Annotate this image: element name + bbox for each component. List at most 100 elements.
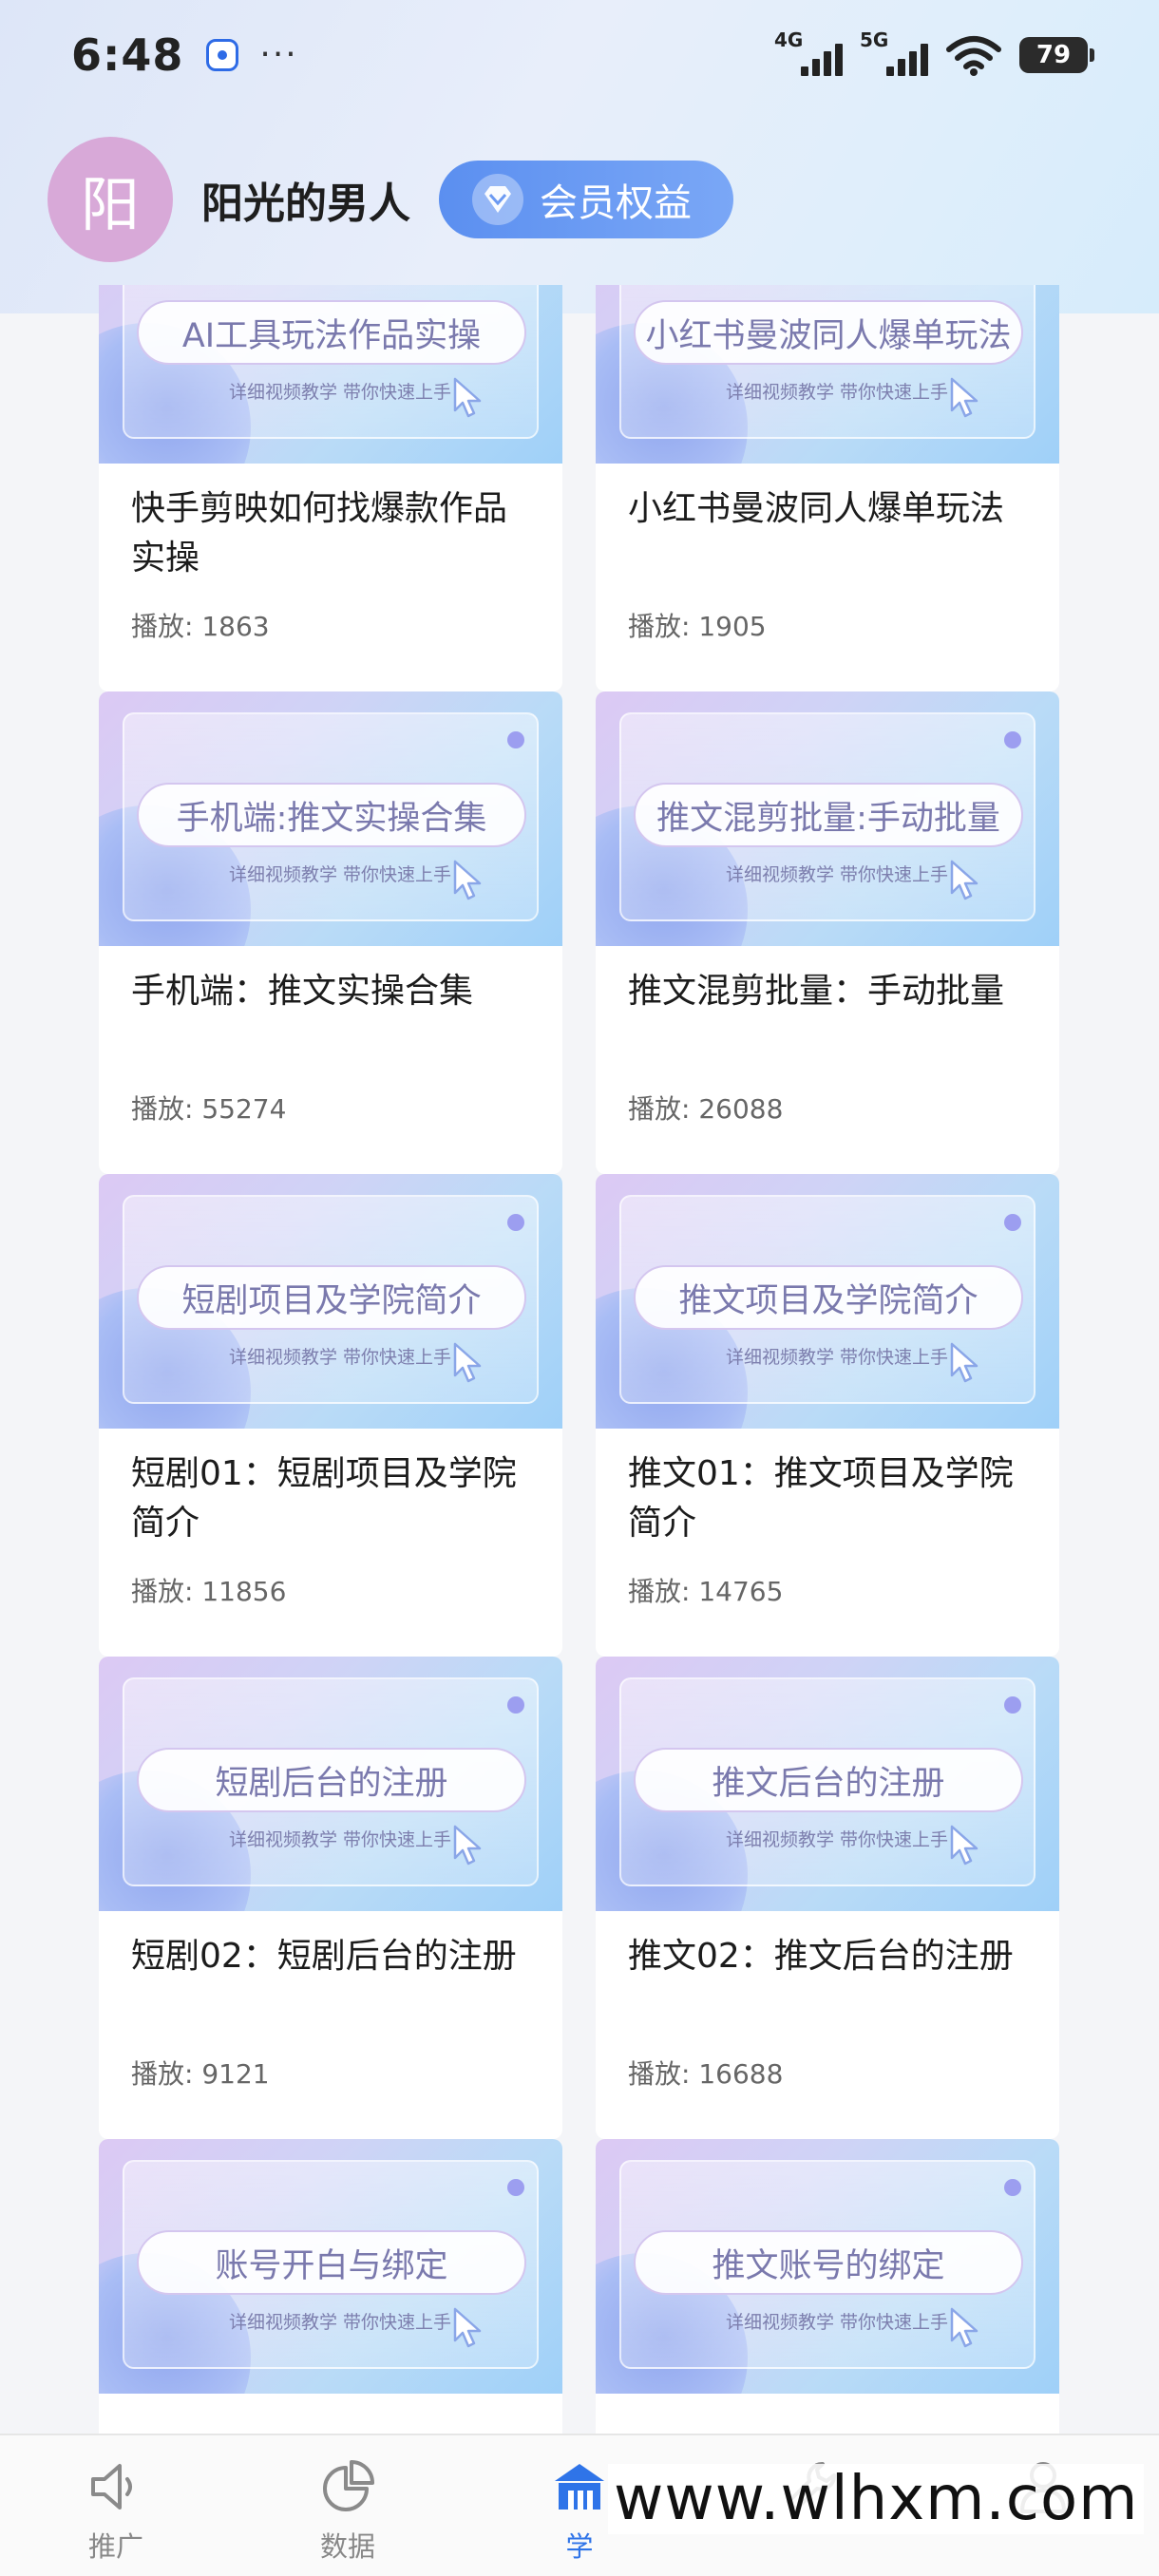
video-title: 推文02：推文后台的注册 xyxy=(628,1937,1014,1976)
play-count-label: 播放: xyxy=(628,1093,699,1125)
play-count: 播放: 16688 xyxy=(596,2054,1059,2139)
cursor-icon xyxy=(453,860,482,900)
video-card[interactable]: AI工具玩法作品实操详细视频教学 带你快速上手快手剪映如何找爆款作品实操播放: … xyxy=(99,285,562,691)
thumbnail-title: 推文混剪批量:手动批量 xyxy=(634,783,1023,847)
thumbnail-title: AI工具玩法作品实操 xyxy=(137,300,526,365)
video-grid: AI工具玩法作品实操 详细视频教学 带你快速上手 快手剪映如何找爆款作品实操 播放: … xyxy=(0,285,1159,2434)
thumbnail-subtitle: 详细视频教学 带你快速上手 xyxy=(725,2312,949,2333)
cursor-icon xyxy=(453,2307,482,2348)
member-benefits-label: 会员权益 xyxy=(540,181,692,225)
thumbnail-subtitle: 详细视频教学 带你快速上手 xyxy=(725,864,949,885)
video-title: 小红书曼波同人爆单玩法 xyxy=(628,489,1005,528)
battery-icon: 79 xyxy=(1019,36,1094,73)
video-card[interactable]: 短剧后台的注册 详细视频教学 带你快速上手短剧02：短剧后台的注册播放: 9121 xyxy=(99,1657,562,2139)
play-count: 播放: 26088 xyxy=(596,1089,1059,1174)
thumbnail-dot xyxy=(1004,2179,1021,2196)
avatar[interactable]: 阳 xyxy=(48,137,173,262)
thumbnail-dot xyxy=(1004,1214,1021,1231)
play-count: 播放: 1863 xyxy=(99,606,562,691)
video-thumbnail[interactable]: 小红书曼波同人爆单玩法详细视频教学 带你快速上手 xyxy=(596,285,1059,464)
video-thumbnail[interactable]: 短剧后台的注册 详细视频教学 带你快速上手 xyxy=(99,1657,562,1911)
video-thumbnail[interactable]: 推文后台的注册 详细视频教学 带你快速上手 xyxy=(596,1657,1059,1911)
video-card[interactable]: 短剧项目及学院简介 详细视频教学 带你快速上手 短剧01：短剧项目及学院简介 播放: … xyxy=(99,1174,562,1657)
video-thumbnail[interactable]: AI工具玩法作品实操详细视频教学 带你快速上手 xyxy=(99,285,562,464)
video-thumbnail[interactable]: 短剧项目及学院简介详细视频教学 带你快速上手 xyxy=(99,1174,562,1429)
video-title: 快手剪映如何找爆款作品实操 xyxy=(131,489,508,578)
baidu-paw-icon xyxy=(206,38,239,71)
play-count: 播放: 1905 xyxy=(596,606,1059,691)
thumbnail-title: 小红书曼波同人爆单玩法 xyxy=(634,300,1023,365)
network-label-5g: 5G xyxy=(860,28,889,51)
video-thumbnail[interactable]: 推文混剪批量:手动批量详细视频教学 带你快速上手 xyxy=(596,691,1059,946)
video-title: 短剧01：短剧项目及学院简介 xyxy=(131,1454,517,1543)
video-thumbnail[interactable]: 推文项目及学院简介详细视频教学 带你快速上手 xyxy=(596,1174,1059,1429)
play-count-label: 播放: xyxy=(131,1576,202,1607)
video-card[interactable]: 手机端:推文实操合集 详细视频教学 带你快速上手 手机端：推文实操合集 播放: 552… xyxy=(99,691,562,1174)
thumbnail-title: 短剧项目及学院简介 xyxy=(137,1265,526,1330)
avatar-text: 阳 xyxy=(80,170,140,239)
video-thumbnail[interactable]: 推文账号的绑定详细视频教学 带你快速上手 xyxy=(596,2139,1059,2394)
thumbnail-dot xyxy=(1004,1696,1021,1714)
network-label-4g: 4G xyxy=(774,28,804,51)
thumbnail-title: 推文账号的绑定 xyxy=(634,2230,1023,2295)
video-thumbnail[interactable]: 账号开白与绑定详细视频教学 带你快速上手 xyxy=(99,2139,562,2394)
status-indicators: 4G 5G 79 xyxy=(774,28,1094,76)
video-card[interactable]: 推文项目及学院简介 详细视频教学 带你快速上手 推文01：推文项目及学院简介 播放: … xyxy=(596,1174,1059,1657)
thumbnail-dot xyxy=(507,2179,524,2196)
nav-item-promote[interactable]: 推广 xyxy=(0,2435,232,2576)
video-thumbnail[interactable]: 手机端:推文实操合集 详细视频教学 带你快速上手 xyxy=(99,691,562,946)
thumbnail-title: 账号开白与绑定 xyxy=(137,2230,526,2295)
video-title: 推文01：推文项目及学院简介 xyxy=(628,1454,1014,1543)
play-count-label: 播放: xyxy=(628,611,699,642)
thumbnail-subtitle: 详细视频教学 带你快速上手 xyxy=(725,382,949,403)
video-card[interactable]: 小红书曼波同人爆单玩法 详细视频教学 带你快速上手 小红书曼波同人爆单玩法 播放: 1… xyxy=(596,285,1059,691)
status-time: 6:48 xyxy=(71,28,184,81)
cursor-icon xyxy=(950,2307,978,2348)
video-title: 短剧02：短剧后台的注册 xyxy=(131,1937,517,1976)
nav-item-data[interactable]: 数据 xyxy=(232,2435,464,2576)
play-count-value: 1863 xyxy=(201,611,270,642)
play-count: 播放: 9121 xyxy=(99,2054,562,2139)
user-name: 阳光的男人 xyxy=(201,180,410,228)
thumbnail-title: 推文项目及学院简介 xyxy=(634,1265,1023,1330)
nav-label-data: 数据 xyxy=(319,2530,375,2563)
thumbnail-subtitle: 详细视频教学 带你快速上手 xyxy=(228,2312,452,2333)
thumbnail-title: 手机端:推文实操合集 xyxy=(137,783,526,847)
status-bar: 6:48 ··· 4G 5G 79 xyxy=(0,0,1159,109)
play-count: 播放: 55274 xyxy=(99,1089,562,1174)
cursor-icon xyxy=(950,377,978,418)
video-card[interactable]: 账号开白与绑定详细视频教学 带你快速上手播放: xyxy=(99,2139,562,2434)
cursor-icon xyxy=(453,1342,482,1383)
play-count-label: 播放: xyxy=(131,1093,202,1125)
speaker-icon xyxy=(91,2464,132,2510)
diamond-icon xyxy=(472,174,523,225)
thumbnail-dot xyxy=(507,731,524,748)
battery-level: 79 xyxy=(1036,40,1072,69)
video-card[interactable]: 推文后台的注册 详细视频教学 带你快速上手推文02：推文后台的注册播放: 1668… xyxy=(596,1657,1059,2139)
cellular-5g-icon: 5G xyxy=(860,28,928,76)
play-count-label: 播放: xyxy=(628,1576,699,1607)
member-benefits-button[interactable]: 会员权益 xyxy=(439,161,733,238)
cursor-icon xyxy=(453,377,482,418)
cursor-icon xyxy=(950,1342,978,1383)
school-icon xyxy=(555,2464,604,2510)
video-title xyxy=(596,2394,1059,2434)
thumbnail-dot xyxy=(507,1696,524,1714)
thumbnail-subtitle: 详细视频教学 带你快速上手 xyxy=(228,382,452,403)
thumbnail-subtitle: 详细视频教学 带你快速上手 xyxy=(725,1829,949,1850)
video-card[interactable]: 推文混剪批量:手动批量 详细视频教学 带你快速上手 推文混剪批量：手动批量 播放: 2… xyxy=(596,691,1059,1174)
pie-chart-icon xyxy=(323,2460,374,2511)
nav-label-promote: 推广 xyxy=(87,2530,143,2563)
thumbnail-subtitle: 详细视频教学 带你快速上手 xyxy=(725,1347,949,1368)
play-count-value: 55274 xyxy=(201,1093,287,1125)
cellular-4g-icon: 4G xyxy=(774,28,843,76)
play-count-label: 播放: xyxy=(131,611,202,642)
thumbnail-subtitle: 详细视频教学 带你快速上手 xyxy=(228,1347,452,1368)
status-dots: ··· xyxy=(259,35,298,74)
video-title xyxy=(99,2394,562,2434)
wifi-icon xyxy=(946,35,1001,76)
thumbnail-title: 短剧后台的注册 xyxy=(137,1748,526,1812)
video-card[interactable]: 推文账号的绑定详细视频教学 带你快速上手播放: xyxy=(596,2139,1059,2434)
play-count-value: 11856 xyxy=(201,1576,287,1607)
cursor-icon xyxy=(453,1825,482,1866)
